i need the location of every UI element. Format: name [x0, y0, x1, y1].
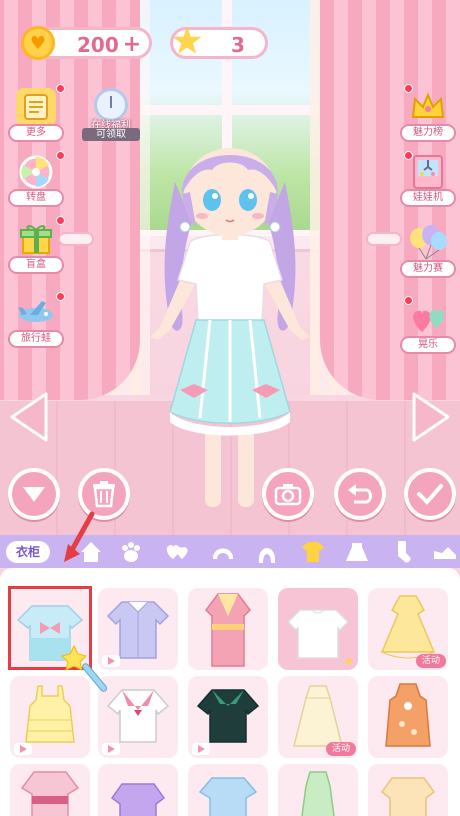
- notification-dot: [404, 296, 413, 305]
- tutorial-arrow-icon: [64, 511, 95, 562]
- airplane-icon: [16, 294, 56, 332]
- notification-dot: [404, 151, 413, 160]
- chevron-down-icon: [23, 487, 45, 502]
- clothing-item[interactable]: [188, 676, 268, 758]
- category-paw-icon[interactable]: [116, 537, 146, 567]
- coin-icon: ♥: [21, 26, 55, 60]
- claw-machine-button[interactable]: 娃娃机: [398, 151, 458, 209]
- category-double-heart-icon[interactable]: [162, 537, 192, 567]
- notification-dot: [56, 151, 65, 160]
- undo-icon: [348, 484, 372, 504]
- check-icon: [417, 484, 443, 505]
- coin-value: 200: [77, 33, 119, 57]
- coin-counter[interactable]: ♥ 200 +: [21, 26, 152, 60]
- task-list-icon: [16, 88, 56, 126]
- clothing-item[interactable]: [98, 676, 178, 758]
- confirm-button[interactable]: [404, 468, 456, 520]
- claw-machine-icon: [408, 153, 448, 191]
- crown-icon: [408, 88, 448, 126]
- star-value: 3: [231, 33, 245, 57]
- equipped-star-icon: ★: [343, 654, 354, 668]
- category-long-hair-icon[interactable]: [252, 537, 282, 567]
- notification-dot: [56, 84, 65, 93]
- clothing-item[interactable]: [368, 676, 448, 758]
- notification-dot: [404, 84, 413, 93]
- clothing-item[interactable]: [98, 764, 178, 816]
- clothing-item[interactable]: [188, 588, 268, 670]
- clothing-item[interactable]: [98, 588, 178, 670]
- blind-box-button[interactable]: 盲盒: [6, 216, 66, 276]
- hearts-icon: [408, 300, 448, 338]
- clothing-item-equipped[interactable]: ★: [278, 588, 358, 670]
- charm-ranking-button[interactable]: 魅力榜: [398, 84, 458, 144]
- star-counter: ★ 3: [170, 21, 268, 62]
- balloons-icon: [408, 224, 448, 262]
- wardrobe-tab[interactable]: 衣柜: [6, 541, 50, 563]
- more-button[interactable]: 更多: [6, 84, 66, 144]
- event-badge: 活动: [415, 654, 446, 668]
- camera-icon: [274, 484, 302, 506]
- category-top-icon[interactable]: [298, 537, 328, 567]
- collapse-button[interactable]: [8, 468, 60, 520]
- clothing-item[interactable]: [368, 764, 448, 816]
- camera-button[interactable]: [262, 468, 314, 520]
- fun-button[interactable]: 晃乐: [398, 296, 458, 356]
- star-icon: ★: [171, 21, 204, 62]
- curtain-tie-right: [366, 232, 402, 246]
- magic-wand-icon: [61, 644, 108, 692]
- event-badge: 活动: [325, 742, 356, 756]
- clothing-item[interactable]: 活动: [368, 588, 448, 670]
- add-coins-button[interactable]: +: [123, 32, 141, 57]
- clothing-item[interactable]: 活动: [278, 676, 358, 758]
- wheel-button[interactable]: 转盘: [6, 151, 66, 209]
- next-scene-arrow[interactable]: [408, 390, 452, 444]
- notification-dot: [56, 216, 65, 225]
- notification-dot: [56, 292, 65, 301]
- video-icon: [14, 743, 32, 755]
- travel-frog-button[interactable]: 旅行蛙: [6, 292, 66, 350]
- category-hair-icon[interactable]: [208, 537, 238, 567]
- clothing-item[interactable]: [188, 764, 268, 816]
- doll-character[interactable]: [130, 122, 330, 522]
- category-skirt-icon[interactable]: [342, 537, 372, 567]
- clothing-item[interactable]: [278, 764, 358, 816]
- wheel-icon: [16, 153, 56, 191]
- clothing-item[interactable]: [10, 764, 90, 816]
- undo-button[interactable]: [334, 468, 386, 520]
- charm-contest-button[interactable]: 魅力赛: [398, 224, 458, 280]
- video-icon: [192, 743, 210, 755]
- category-shoe-icon[interactable]: [430, 537, 460, 567]
- previous-scene-arrow[interactable]: [8, 390, 52, 444]
- trash-icon: [93, 481, 115, 508]
- gift-box-icon: [16, 220, 56, 258]
- category-socks-icon[interactable]: [386, 537, 416, 567]
- video-icon: [102, 743, 120, 755]
